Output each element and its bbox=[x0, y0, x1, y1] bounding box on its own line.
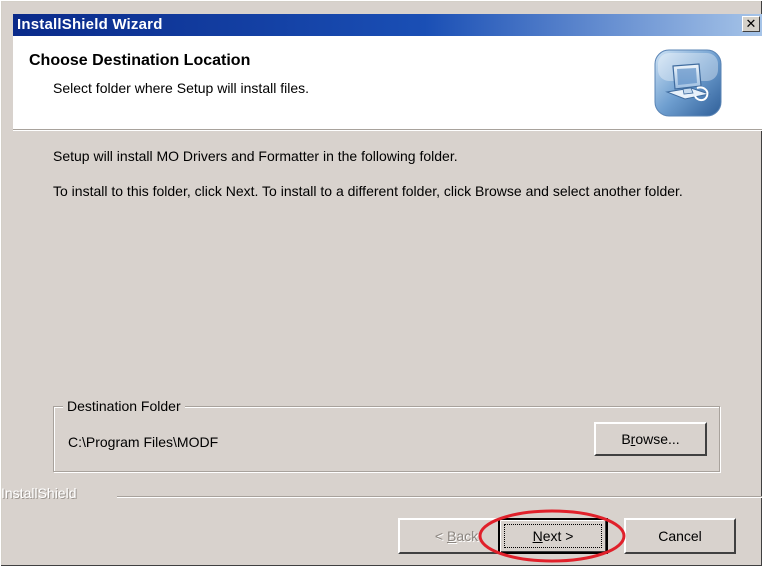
window-title: InstallShield Wizard bbox=[17, 16, 163, 33]
page-title: Choose Destination Location bbox=[29, 52, 251, 69]
title-bar[interactable]: InstallShield Wizard ✕ bbox=[13, 14, 762, 36]
header-divider bbox=[13, 130, 762, 131]
back-label-accel: B bbox=[446, 528, 457, 544]
install-instructions: To install to this folder, click Next. T… bbox=[53, 183, 683, 199]
browse-button[interactable]: Browse... bbox=[594, 422, 707, 456]
setup-computer-icon bbox=[654, 49, 722, 117]
close-button[interactable]: ✕ bbox=[742, 16, 760, 32]
focus-rectangle bbox=[504, 524, 602, 548]
install-description: Setup will install MO Drivers and Format… bbox=[53, 148, 458, 164]
close-icon: ✕ bbox=[745, 16, 757, 31]
footer-divider bbox=[117, 496, 762, 498]
back-label-post: ack bbox=[456, 528, 479, 544]
installshield-wizard-window: InstallShield Wizard ✕ Choose Destinatio… bbox=[0, 0, 763, 567]
next-button[interactable]: Next > bbox=[498, 518, 608, 554]
destination-path: C:\Program Files\MODF bbox=[68, 434, 219, 450]
cancel-button[interactable]: Cancel bbox=[624, 518, 736, 554]
page-subtitle: Select folder where Setup will install f… bbox=[53, 80, 310, 96]
browse-label-pre: B bbox=[621, 431, 631, 447]
wizard-header: Choose Destination Location Select folde… bbox=[13, 36, 762, 130]
installshield-brand: InstallShield bbox=[1, 485, 77, 501]
destination-folder-label: Destination Folder bbox=[63, 398, 185, 414]
browse-label-post: owse... bbox=[635, 431, 680, 447]
back-label-pre: < bbox=[434, 528, 447, 544]
